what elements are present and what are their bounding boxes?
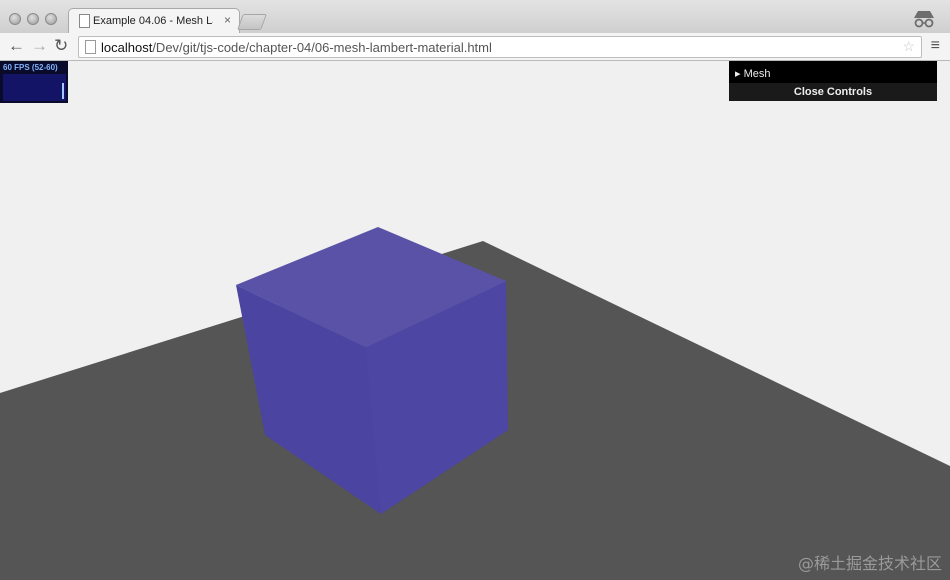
bookmark-star-icon[interactable]: ☆ — [902, 38, 915, 55]
active-tab[interactable]: Example 04.06 - Mesh Lambert Material × — [68, 8, 240, 34]
chrome-menu-button[interactable]: ≡ — [931, 37, 940, 55]
tab-close-icon[interactable]: × — [224, 13, 231, 27]
watermark: @稀土掘金技术社区 — [797, 554, 942, 573]
dat-gui-controls: ▸ Mesh Close Controls — [729, 61, 937, 101]
forward-button[interactable]: → — [31, 36, 48, 56]
mesh-folder[interactable]: ▸ Mesh — [735, 67, 770, 80]
page-icon — [79, 14, 90, 28]
fps-graph — [3, 74, 66, 101]
reload-button[interactable]: ↻ — [54, 36, 68, 56]
3d-scene — [0, 61, 950, 580]
back-button[interactable]: ← — [8, 36, 25, 56]
title-bar: Example 04.06 - Mesh Lambert Material × — [0, 0, 950, 34]
url-path: /Dev/git/tjs-code/chapter-04/06-mesh-lam… — [152, 40, 492, 55]
tab-title: Example 04.06 - Mesh Lambert Material — [93, 15, 213, 27]
incognito-icon — [914, 11, 934, 28]
url-host: localhost — [101, 40, 153, 55]
close-window-button[interactable] — [9, 13, 21, 25]
minimize-window-button[interactable] — [27, 13, 39, 25]
address-bar[interactable]: localhost/Dev/git/tjs-code/chapter-04/06… — [78, 36, 922, 58]
page-icon — [85, 40, 96, 54]
browser-toolbar: ← → ↻ localhost/Dev/git/tjs-code/chapter… — [0, 33, 950, 61]
close-controls-button[interactable]: Close Controls — [729, 83, 937, 101]
fps-graph-bar — [62, 83, 64, 99]
url-text: localhost/Dev/git/tjs-code/chapter-04/06… — [101, 40, 492, 55]
fps-text: 60 FPS (52-60) — [3, 63, 58, 72]
new-tab-button[interactable] — [237, 14, 267, 30]
fps-stats-panel[interactable]: 60 FPS (52-60) — [0, 61, 68, 103]
webgl-viewport[interactable]: 60 FPS (52-60) ▸ Mesh Close Controls @稀土… — [0, 61, 950, 580]
zoom-window-button[interactable] — [45, 13, 57, 25]
